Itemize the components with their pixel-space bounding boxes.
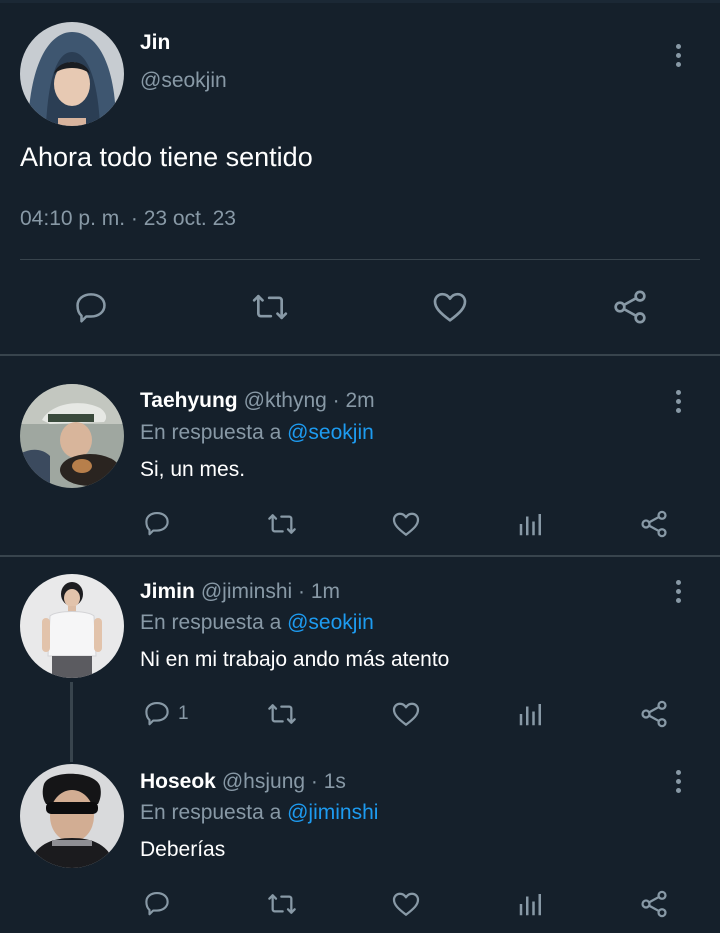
retweet-icon[interactable]: [266, 888, 298, 920]
retweet-icon[interactable]: [249, 286, 291, 328]
like-icon[interactable]: [390, 508, 422, 540]
reply-mention[interactable]: @jiminshi: [287, 801, 378, 824]
reply-count: 1: [178, 703, 189, 724]
reply-mention[interactable]: @seokjin: [287, 611, 374, 634]
tweet-text: Ahora todo tiene sentido: [20, 142, 313, 172]
reply-handle-time: @kthyng · 2m: [243, 389, 375, 412]
reply-context: En respuesta a @jiminshi: [140, 801, 378, 825]
analytics-icon[interactable]: [516, 888, 546, 920]
tweet-timestamp[interactable]: 04:10 p. m. · 23 oct. 23: [20, 207, 236, 231]
avatar-taehyung[interactable]: [20, 384, 124, 488]
share-icon[interactable]: [609, 286, 651, 328]
reply-context: En respuesta a @seokjin: [140, 611, 374, 635]
top-border: [0, 0, 720, 3]
more-options-icon[interactable]: [672, 390, 684, 413]
more-options-icon[interactable]: [672, 770, 684, 793]
reply-prefix: En respuesta a: [140, 801, 282, 824]
analytics-icon[interactable]: [516, 698, 546, 730]
tweet-separator: [0, 555, 720, 557]
reply-meta[interactable]: Hoseok @hsjung · 1s: [140, 770, 346, 794]
share-icon[interactable]: [638, 508, 670, 540]
avatar-jin[interactable]: [20, 22, 124, 126]
reply-author-name[interactable]: Jimin: [140, 580, 195, 603]
reply-icon[interactable]: [142, 698, 172, 728]
reply-text: Ni en mi trabajo ando más atento: [140, 648, 450, 671]
more-options-icon[interactable]: [672, 580, 684, 603]
reply-author-name[interactable]: Taehyung: [140, 389, 238, 412]
more-options-icon[interactable]: [672, 44, 684, 67]
reply-icon[interactable]: [142, 508, 172, 538]
reply-author-name[interactable]: Hoseok: [140, 770, 216, 793]
reply-prefix: En respuesta a: [140, 421, 282, 444]
retweet-icon[interactable]: [266, 508, 298, 540]
tweet-separator: [0, 354, 720, 356]
retweet-icon[interactable]: [266, 698, 298, 730]
reply-meta[interactable]: Jimin @jiminshi · 1m: [140, 580, 340, 604]
share-icon[interactable]: [638, 888, 670, 920]
reply-handle-time: @jiminshi · 1m: [200, 580, 341, 603]
reply-text: Si, un mes.: [140, 458, 246, 481]
analytics-icon[interactable]: [516, 508, 546, 540]
author-handle[interactable]: @seokjin: [140, 69, 227, 93]
thread-connector: [70, 682, 73, 762]
author-name[interactable]: Jin: [140, 31, 170, 55]
avatar-hoseok[interactable]: [20, 764, 124, 868]
reply-context: En respuesta a @seokjin: [140, 421, 374, 445]
reply-handle-time: @hsjung · 1s: [221, 770, 346, 793]
reply-prefix: En respuesta a: [140, 611, 282, 634]
like-icon[interactable]: [390, 698, 422, 730]
divider: [20, 259, 700, 260]
reply-icon[interactable]: [70, 286, 112, 328]
like-icon[interactable]: [390, 888, 422, 920]
share-icon[interactable]: [638, 698, 670, 730]
reply-text: Deberías: [140, 838, 226, 861]
reply-meta[interactable]: Taehyung @kthyng · 2m: [140, 389, 375, 413]
like-icon[interactable]: [429, 286, 471, 328]
reply-mention[interactable]: @seokjin: [287, 421, 374, 444]
reply-icon[interactable]: [142, 888, 172, 918]
avatar-jimin[interactable]: [20, 574, 124, 678]
